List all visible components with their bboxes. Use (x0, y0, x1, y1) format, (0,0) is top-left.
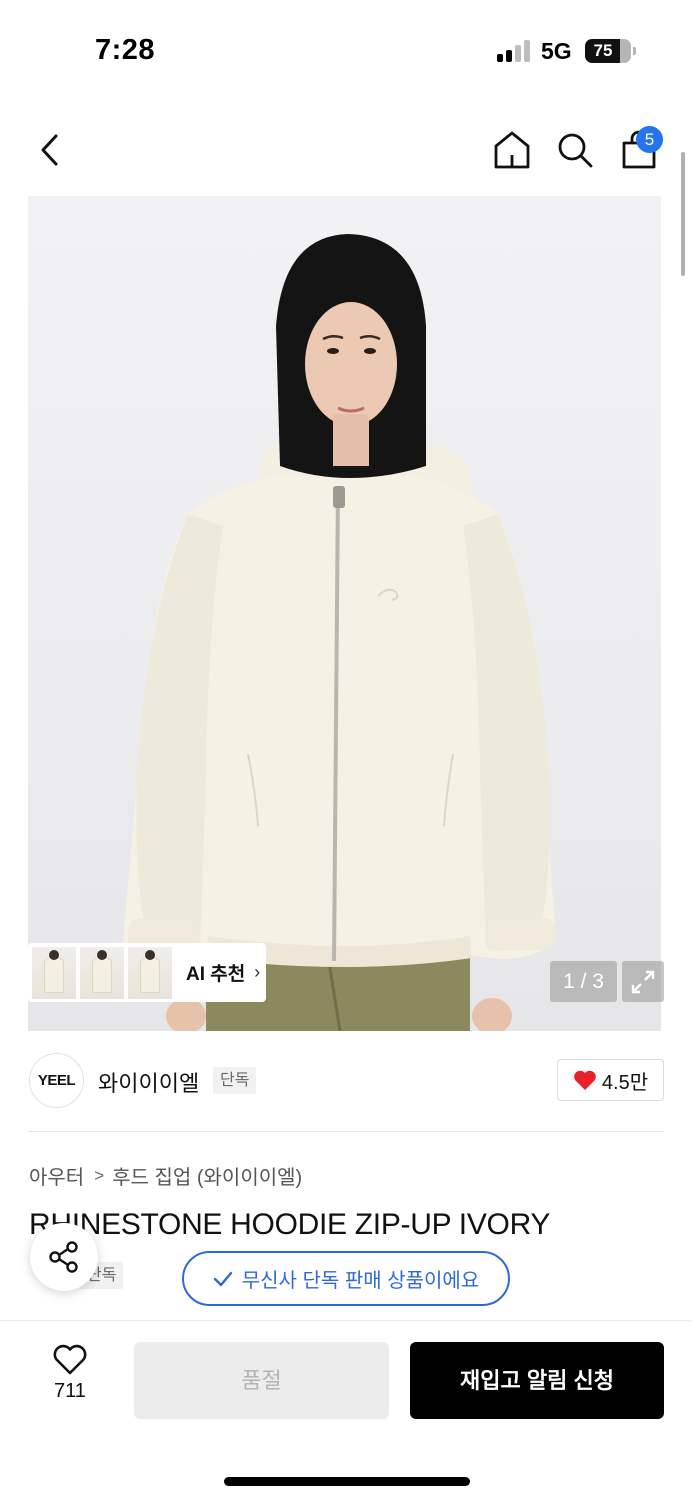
battery-icon: 75 (585, 39, 631, 63)
battery-tip (633, 47, 636, 55)
thumbnail[interactable] (80, 946, 124, 999)
share-icon (49, 1241, 78, 1273)
home-button[interactable] (490, 128, 534, 172)
thumbnail[interactable] (128, 946, 172, 999)
chevron-left-icon (41, 134, 58, 166)
brand-name[interactable]: 와이이이엘 (98, 1066, 199, 1098)
home-indicator[interactable] (224, 1477, 470, 1486)
breadcrumb-item[interactable]: 후드 집업 (와이이이엘) (112, 1161, 302, 1190)
status-bar: 7:28 5G 75 (0, 0, 692, 100)
status-time: 7:28 (95, 34, 156, 66)
share-button[interactable] (30, 1223, 98, 1291)
chevron-right-icon: › (254, 962, 261, 982)
expand-button[interactable] (622, 961, 664, 1002)
scroll-indicator[interactable] (681, 152, 685, 276)
search-button[interactable] (553, 128, 597, 172)
divider (28, 1131, 664, 1132)
exclusive-notice-pill[interactable]: 무신사 단독 판매 상품이에요 (182, 1251, 510, 1306)
heart-filled-icon (574, 1070, 596, 1090)
page-counter: 1 / 3 (550, 961, 617, 1002)
signal-icon (497, 40, 531, 62)
breadcrumb: 아우터 > 후드 집업 (와이이이엘) (29, 1161, 302, 1190)
thumbnail[interactable] (32, 946, 76, 999)
ai-recommend-strip[interactable]: AI 추천 › (28, 943, 266, 1002)
product-image[interactable] (28, 196, 661, 1031)
brand-like-button[interactable]: 4.5만 (557, 1059, 664, 1101)
heart-outline-icon (53, 1344, 87, 1375)
breadcrumb-item[interactable]: 아우터 (29, 1161, 84, 1190)
home-icon (494, 131, 530, 169)
check-icon (213, 1271, 232, 1286)
search-icon (558, 133, 593, 168)
product-photo-illustration (123, 234, 556, 1031)
ai-recommend-label: AI 추천 (186, 964, 246, 985)
soldout-button: 품절 (134, 1342, 389, 1419)
chevron-right-icon: > (94, 1165, 105, 1185)
brand-like-count: 4.5만 (601, 1071, 649, 1094)
brand-logo[interactable]: YEEL (29, 1053, 84, 1108)
exclusive-notice-text: 무신사 단독 판매 상품이에요 (241, 1270, 480, 1292)
restock-alert-button[interactable]: 재입고 알림 신청 (410, 1342, 664, 1419)
battery-level: 75 (593, 41, 613, 60)
network-label: 5G (541, 38, 572, 64)
cart-badge: 5 (636, 126, 663, 153)
back-button[interactable] (30, 128, 70, 172)
product-title: RHINESTONE HOODIE ZIP-UP IVORY (29, 1208, 551, 1241)
wishlist-count: 711 (54, 1380, 86, 1402)
wishlist-button[interactable]: 711 (38, 1344, 102, 1414)
expand-icon (631, 970, 655, 993)
exclusive-tag: 단독 (213, 1067, 257, 1094)
